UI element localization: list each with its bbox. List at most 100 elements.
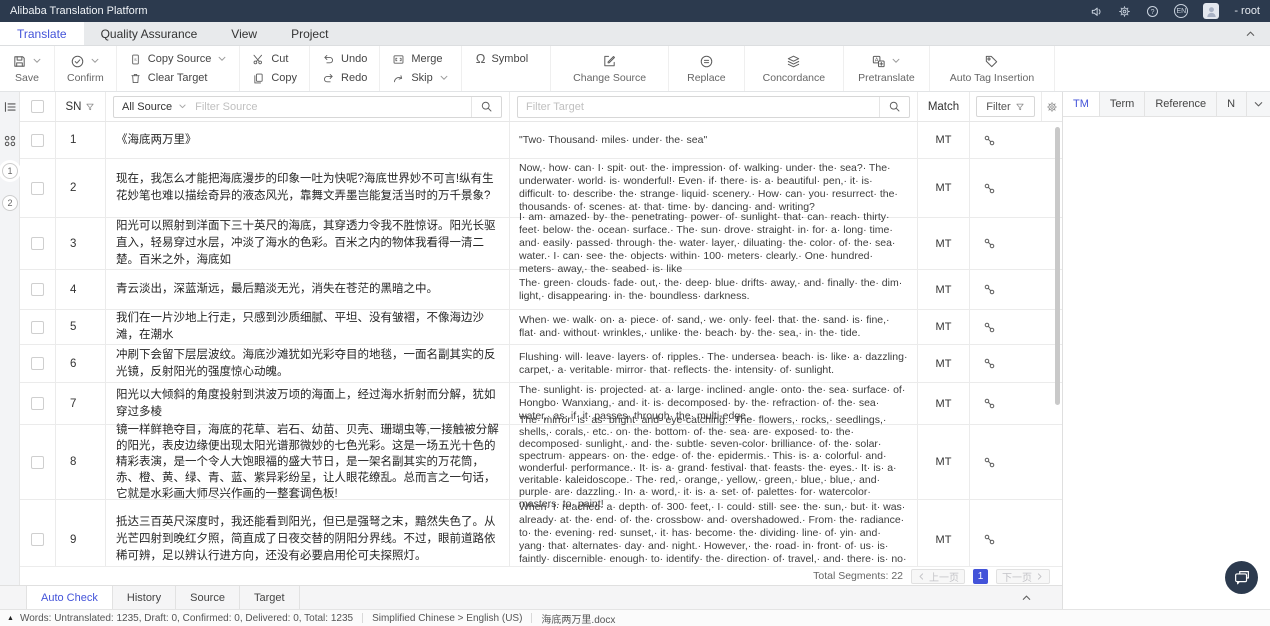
redo-button[interactable]: Redo	[322, 72, 367, 85]
link-segment-icon[interactable]	[983, 283, 996, 296]
step-badge-1[interactable]: 1	[2, 163, 18, 179]
segment-list-icon[interactable]	[3, 100, 17, 114]
link-segment-icon[interactable]	[983, 182, 996, 195]
link-segment-icon[interactable]	[983, 321, 996, 334]
toolbar-collapse-button[interactable]	[1245, 22, 1270, 45]
prev-page-button[interactable]: 上一页	[911, 569, 965, 584]
source-scope-select[interactable]: All Source	[114, 101, 195, 113]
link-segment-icon[interactable]	[983, 456, 996, 469]
row-target-cell[interactable]: When· I· reached· a· depth· of· 300· fee…	[510, 500, 918, 566]
grid-view-icon[interactable]	[3, 134, 17, 148]
row-source-cell[interactable]: 阳光可以照射到洋面下三十英尺的海底，其穿透力令我不胜惊讶。阳光长驱直入，轻易穿过…	[106, 218, 510, 269]
undo-button[interactable]: Undo	[322, 53, 367, 66]
table-row[interactable]: 6 冲刷下会留下层层波纹。海底沙滩犹如光彩夺目的地毯，一面名副其实的反光镜，反射…	[20, 345, 1062, 383]
pretranslate-button[interactable]: Pretranslate	[858, 54, 915, 84]
auto-tag-insertion-button[interactable]: Auto Tag Insertion	[950, 54, 1034, 84]
tab-tm[interactable]: TM	[1063, 92, 1100, 116]
row-source-cell[interactable]: 《海底两万里》	[106, 122, 510, 158]
row-target-cell[interactable]: "Two· Thousand· miles· under· the· sea"	[510, 122, 918, 158]
status-expand-icon[interactable]: ▲	[7, 615, 14, 622]
target-search-button[interactable]	[879, 97, 909, 117]
row-source-cell[interactable]: 冲刷下会留下层层波纹。海底沙滩犹如光彩夺目的地毯，一面名副其实的反光镜，反射阳光…	[106, 345, 510, 382]
table-row[interactable]: 9 抵达三百英尺深度时，我还能看到阳光，但已是强弩之末，黯然失色了。从光芒四射到…	[20, 500, 1062, 566]
row-checkbox[interactable]	[31, 237, 44, 250]
tab-history[interactable]: History	[113, 586, 176, 609]
next-page-button[interactable]: 下一页	[996, 569, 1050, 584]
row-checkbox[interactable]	[31, 533, 44, 546]
row-target-cell[interactable]: When· we· walk· on· a· piece· of· sand,·…	[510, 310, 918, 344]
tab-auto-check[interactable]: Auto Check	[26, 586, 113, 609]
link-segment-icon[interactable]	[983, 357, 996, 370]
symbol-button[interactable]: Ω Symbol	[476, 52, 528, 65]
cut-button[interactable]: Cut	[252, 53, 297, 66]
copy-button[interactable]: Copy	[252, 72, 297, 85]
tab-term[interactable]: Term	[1100, 92, 1145, 116]
panel-tabs-more-button[interactable]	[1247, 92, 1270, 116]
row-source-cell[interactable]: 我们在一片沙地上行走，只感到沙质细腻、平坦、没有皱褶，不像海边沙滩，在潮水	[106, 310, 510, 344]
replace-button[interactable]: Replace	[687, 54, 726, 84]
target-filter-input[interactable]	[518, 101, 879, 113]
tab-project[interactable]: Project	[274, 22, 345, 45]
copy-source-button[interactable]: Copy Source	[129, 53, 228, 66]
avatar[interactable]	[1203, 3, 1219, 19]
row-source-cell[interactable]: 抵达三百英尺深度时，我还能看到阳光，但已是强弩之末，黯然失色了。从光芒四射到晚红…	[106, 500, 510, 566]
merge-button[interactable]: Merge	[392, 53, 448, 66]
concordance-button[interactable]: Concordance	[763, 54, 825, 84]
table-row[interactable]: 1 《海底两万里》 "Two· Thousand· miles· under· …	[20, 122, 1062, 159]
row-checkbox[interactable]	[31, 357, 44, 370]
row-target-cell[interactable]: I· am· amazed· by· the· penetrating· pow…	[510, 218, 918, 269]
tab-reference[interactable]: Reference	[1145, 92, 1217, 116]
bottom-panel-collapse-button[interactable]	[1021, 586, 1062, 609]
row-target-cell[interactable]: Now,· how· can· I· spit· out· the· impre…	[510, 159, 918, 217]
chat-feedback-button[interactable]	[1225, 561, 1258, 594]
row-target-cell[interactable]: Flushing· will· leave· layers· of· rippl…	[510, 345, 918, 382]
column-settings-icon[interactable]	[1046, 101, 1058, 113]
filter-button[interactable]: Filter	[976, 96, 1034, 117]
select-all-checkbox[interactable]	[31, 100, 44, 113]
language-badge[interactable]: EN	[1174, 4, 1188, 18]
current-page-button[interactable]: 1	[973, 569, 988, 584]
tab-view[interactable]: View	[214, 22, 274, 45]
table-row[interactable]: 5 我们在一片沙地上行走，只感到沙质细腻、平坦、没有皱褶，不像海边沙滩，在潮水 …	[20, 310, 1062, 345]
row-source-cell[interactable]: 阳光以大倾斜的角度投射到洪波万顷的海面上，经过海水折射而分解，犹如穿过多棱	[106, 383, 510, 424]
help-icon[interactable]	[1146, 5, 1159, 18]
link-segment-icon[interactable]	[983, 237, 996, 250]
tab-source[interactable]: Source	[176, 586, 240, 609]
confirm-button[interactable]: Confirm	[67, 54, 104, 84]
tab-translate[interactable]: Translate	[0, 22, 84, 45]
tab-target[interactable]: Target	[240, 586, 300, 609]
table-row[interactable]: 2 现在，我怎么才能把海底漫步的印象一吐为快呢?海底世界妙不可言!纵有生花妙笔也…	[20, 159, 1062, 218]
clear-target-button[interactable]: Clear Target	[129, 72, 228, 85]
link-segment-icon[interactable]	[983, 134, 996, 147]
row-target-cell[interactable]: The· mirror· is· as· bright· and· eye-ca…	[510, 425, 918, 499]
save-button[interactable]: Save	[12, 54, 42, 84]
settings-icon[interactable]	[1118, 5, 1131, 18]
row-checkbox[interactable]	[31, 134, 44, 147]
source-filter-input[interactable]	[195, 101, 471, 113]
chevron-down-icon[interactable]	[217, 54, 227, 64]
row-source-cell[interactable]: 现在，我怎么才能把海底漫步的印象一吐为快呢?海底世界妙不可言!纵有生花妙笔也难以…	[106, 159, 510, 217]
chevron-down-icon[interactable]	[891, 56, 901, 66]
row-checkbox[interactable]	[31, 321, 44, 334]
table-row[interactable]: 4 青云淡出，深蓝渐远，最后黯淡无光，消失在苍茫的黑暗之中。 The· gree…	[20, 270, 1062, 310]
table-row[interactable]: 3 阳光可以照射到洋面下三十英尺的海底，其穿透力令我不胜惊讶。阳光长驱直入，轻易…	[20, 218, 1062, 270]
row-checkbox[interactable]	[31, 182, 44, 195]
tab-quality-assurance[interactable]: Quality Assurance	[84, 22, 215, 45]
table-scrollbar[interactable]	[1055, 127, 1060, 405]
row-source-cell[interactable]: 镜一样鲜艳夺目，海底的花草、岩石、幼苗、贝壳、珊瑚虫等,一接触被分解的阳光，表皮…	[106, 425, 510, 499]
change-source-button[interactable]: Change Source	[573, 54, 646, 84]
row-checkbox[interactable]	[31, 283, 44, 296]
skip-button[interactable]: Skip	[392, 72, 448, 85]
row-checkbox[interactable]	[31, 456, 44, 469]
source-search-button[interactable]	[471, 97, 501, 117]
chevron-down-icon[interactable]	[439, 73, 449, 83]
chevron-down-icon[interactable]	[90, 56, 100, 66]
chevron-down-icon[interactable]	[32, 56, 42, 66]
tab-notes[interactable]: N	[1217, 92, 1247, 116]
link-segment-icon[interactable]	[983, 533, 996, 546]
row-source-cell[interactable]: 青云淡出，深蓝渐远，最后黯淡无光，消失在苍茫的黑暗之中。	[106, 270, 510, 309]
row-checkbox[interactable]	[31, 397, 44, 410]
row-target-cell[interactable]: The· green· clouds· fade· out,· the· dee…	[510, 270, 918, 309]
sound-icon[interactable]	[1090, 5, 1103, 18]
sn-filter-icon[interactable]	[85, 102, 95, 112]
